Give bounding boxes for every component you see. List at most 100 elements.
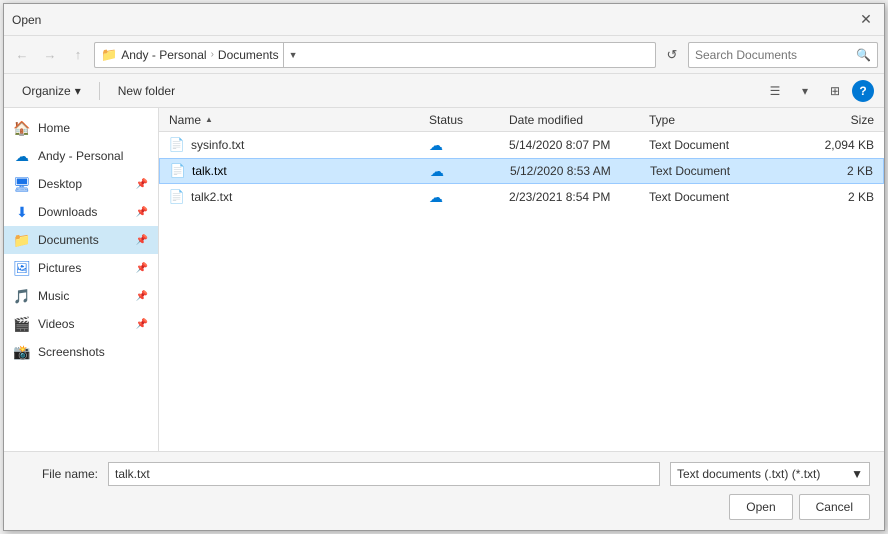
address-icon: 📁 <box>101 47 117 63</box>
new-folder-label: New folder <box>118 84 175 98</box>
sidebar-label-home: Home <box>38 121 148 135</box>
table-row[interactable]: 📄 talk2.txt ☁ 2/23/2021 8:54 PM Text Doc… <box>159 184 884 210</box>
table-row[interactable]: 📄 sysinfo.txt ☁ 5/14/2020 8:07 PM Text D… <box>159 132 884 158</box>
column-name-label: Name <box>169 113 201 127</box>
dialog-title: Open <box>12 13 41 27</box>
view-menu-button[interactable]: ☰ <box>762 78 788 104</box>
home-icon: 🏠 <box>14 120 30 136</box>
column-name[interactable]: Name ▲ <box>169 113 429 127</box>
folder-documents-icon: 📁 <box>14 232 30 248</box>
sidebar-label-videos: Videos <box>38 317 128 331</box>
sidebar-label-screenshots: Screenshots <box>38 345 148 359</box>
sidebar-label-downloads: Downloads <box>38 205 128 219</box>
refresh-button[interactable]: ↺ <box>660 43 684 67</box>
file-size-sysinfo: 2,094 KB <box>779 138 874 152</box>
music-icon: 🎵 <box>14 288 30 304</box>
footer-buttons: Open Cancel <box>729 494 870 520</box>
view-dropdown-arrow: ▾ <box>802 84 808 98</box>
column-status[interactable]: Status <box>429 113 509 127</box>
sort-arrow-icon: ▲ <box>205 115 213 124</box>
file-size-talk: 2 KB <box>780 164 873 178</box>
footer: File name: Text documents (.txt) (*.txt)… <box>4 451 884 530</box>
view-menu-icon: ☰ <box>770 84 781 98</box>
footer-buttons-row: Open Cancel <box>18 494 870 520</box>
cloud-sync-icon-talk: ☁ <box>430 163 444 179</box>
organize-label: Organize <box>22 84 71 98</box>
address-input[interactable]: 📁 Andy - Personal › Documents ▼ <box>94 42 656 68</box>
file-type-sysinfo: Text Document <box>649 138 779 152</box>
sidebar-label-documents: Documents <box>38 233 128 247</box>
folder-desktop-icon: 🖥 <box>14 176 30 192</box>
cancel-button[interactable]: Cancel <box>799 494 870 520</box>
table-row[interactable]: 📄 talk.txt ☁ 5/12/2020 8:53 AM Text Docu… <box>159 158 884 184</box>
file-name-sysinfo: sysinfo.txt <box>191 138 429 152</box>
pin-documents-icon: 📌 <box>136 235 148 246</box>
search-input[interactable] <box>695 48 852 62</box>
folder-pictures-icon: 🖼 <box>14 260 30 276</box>
help-button[interactable]: ? <box>852 80 874 102</box>
file-icon-talk: 📄 <box>170 163 186 179</box>
sidebar-item-videos[interactable]: 🎬 Videos 📌 <box>4 310 158 338</box>
column-type[interactable]: Type <box>649 113 779 127</box>
file-status-sysinfo: ☁ <box>429 137 509 154</box>
file-status-talk2: ☁ <box>429 189 509 206</box>
back-button[interactable]: ← <box>10 43 34 67</box>
file-icon-talk2: 📄 <box>169 189 185 205</box>
column-date-label: Date modified <box>509 113 583 127</box>
pin-pictures-icon: 📌 <box>136 263 148 274</box>
cloud-sync-icon-sysinfo: ☁ <box>429 137 443 153</box>
close-button[interactable]: ✕ <box>856 10 876 30</box>
address-dropdown-button[interactable]: ▼ <box>283 42 303 68</box>
forward-button[interactable]: → <box>38 43 62 67</box>
organize-button[interactable]: Organize ▾ <box>14 79 89 103</box>
file-list: Name ▲ Status Date modified Type Size <box>159 108 884 451</box>
sidebar-label-desktop: Desktop <box>38 177 128 191</box>
filename-label: File name: <box>18 467 98 481</box>
help-icon: ? <box>859 84 866 98</box>
sidebar-item-downloads[interactable]: ⬇ Downloads 📌 <box>4 198 158 226</box>
breadcrumb-chevron-1: › <box>211 49 214 60</box>
sidebar-item-screenshots[interactable]: 📸 Screenshots <box>4 338 158 366</box>
folder-downloads-icon: ⬇ <box>14 204 30 220</box>
file-list-header: Name ▲ Status Date modified Type Size <box>159 108 884 132</box>
filetype-dropdown[interactable]: Text documents (.txt) (*.txt) ▼ <box>670 462 870 486</box>
toolbar: Organize ▾ New folder ☰ ▾ ⊞ ? <box>4 74 884 108</box>
main-content: 🏠 Home ☁ Andy - Personal 🖥 Desktop 📌 ⬇ D… <box>4 108 884 451</box>
open-button[interactable]: Open <box>729 494 792 520</box>
sidebar-item-desktop[interactable]: 🖥 Desktop 📌 <box>4 170 158 198</box>
open-dialog: Open ✕ ← → ↑ 📁 Andy - Personal › Documen… <box>3 3 885 531</box>
sidebar-item-documents[interactable]: 📁 Documents 📌 <box>4 226 158 254</box>
breadcrumb-part-1: Andy - Personal <box>121 48 206 62</box>
column-size[interactable]: Size <box>779 113 874 127</box>
toolbar-right: ☰ ▾ ⊞ ? <box>762 78 874 104</box>
filetype-arrow-icon: ▼ <box>851 467 863 481</box>
column-size-label: Size <box>851 113 874 127</box>
title-bar: Open ✕ <box>4 4 884 36</box>
new-folder-button[interactable]: New folder <box>110 79 183 103</box>
pin-downloads-icon: 📌 <box>136 207 148 218</box>
pin-videos-icon: 📌 <box>136 319 148 330</box>
folder-screenshots-icon: 📸 <box>14 344 30 360</box>
sidebar-label-music: Music <box>38 289 128 303</box>
sidebar-item-home[interactable]: 🏠 Home <box>4 114 158 142</box>
sidebar-label-andy: Andy - Personal <box>38 149 148 163</box>
filename-input[interactable] <box>108 462 660 486</box>
view-dropdown-button[interactable]: ▾ <box>792 78 818 104</box>
file-list-inner: 📄 sysinfo.txt ☁ 5/14/2020 8:07 PM Text D… <box>159 132 884 332</box>
sidebar-item-andy-personal[interactable]: ☁ Andy - Personal <box>4 142 158 170</box>
cloud-icon: ☁ <box>14 148 30 164</box>
footer-filename-row: File name: Text documents (.txt) (*.txt)… <box>18 462 870 486</box>
sidebar-item-pictures[interactable]: 🖼 Pictures 📌 <box>4 254 158 282</box>
pin-music-icon: 📌 <box>136 291 148 302</box>
file-name-talk2: talk2.txt <box>191 190 429 204</box>
file-type-talk2: Text Document <box>649 190 779 204</box>
up-button[interactable]: ↑ <box>66 43 90 67</box>
file-icon-sysinfo: 📄 <box>169 137 185 153</box>
address-bar: ← → ↑ 📁 Andy - Personal › Documents ▼ ↺ … <box>4 36 884 74</box>
breadcrumb-part-2: Documents <box>218 48 279 62</box>
sidebar-item-music[interactable]: 🎵 Music 📌 <box>4 282 158 310</box>
file-size-talk2: 2 KB <box>779 190 874 204</box>
view-grid-button[interactable]: ⊞ <box>822 78 848 104</box>
search-box: 🔍 <box>688 42 878 68</box>
column-date-modified[interactable]: Date modified <box>509 113 649 127</box>
